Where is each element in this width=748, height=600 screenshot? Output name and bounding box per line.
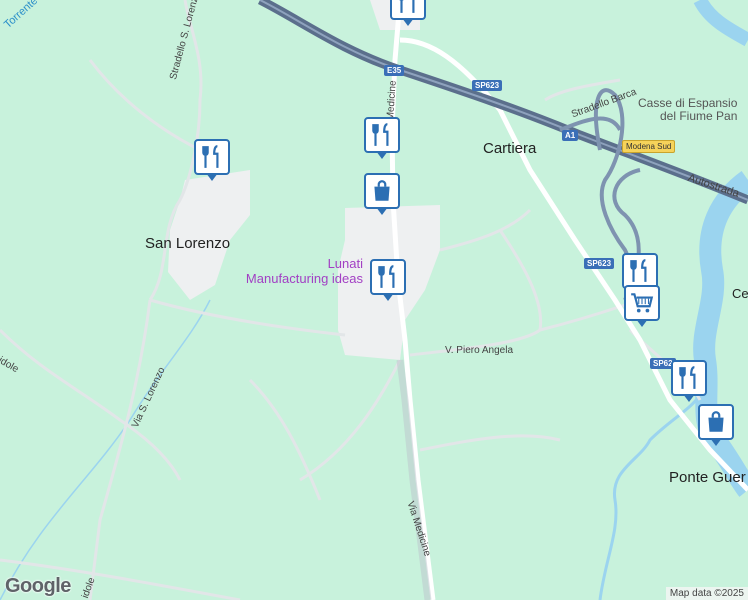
shield-e35: E35 bbox=[384, 65, 405, 76]
shopping-marker-ponte[interactable] bbox=[698, 404, 734, 446]
v-piero-angela-label: V. Piero Angela bbox=[445, 345, 514, 356]
grocery-marker-sp623[interactable] bbox=[624, 285, 660, 327]
place-ce: Ce bbox=[732, 286, 748, 301]
restaurant-icon bbox=[372, 123, 389, 146]
restaurant-marker-top[interactable] bbox=[390, 0, 426, 26]
restaurant-icon bbox=[399, 0, 415, 13]
shopping-marker-medicine[interactable] bbox=[364, 173, 400, 215]
poi-lunati-name: Lunati bbox=[327, 256, 363, 271]
casse-espansione-label-2: del Fiume Pan bbox=[660, 109, 738, 123]
restaurant-icon bbox=[630, 259, 647, 282]
shield-modena-sud: Modena Sud bbox=[622, 140, 676, 153]
place-ponte-guerro: Ponte Guer bbox=[669, 469, 746, 486]
restaurant-icon bbox=[378, 265, 395, 288]
map-attribution[interactable]: Map data ©2025 bbox=[665, 587, 748, 600]
restaurant-marker-sp623[interactable] bbox=[622, 253, 658, 295]
place-san-lorenzo: San Lorenzo bbox=[145, 235, 231, 252]
poi-lunati-subtitle: Manufacturing ideas bbox=[245, 271, 363, 286]
shield-sp623-1: SP623 bbox=[472, 80, 503, 91]
restaurant-marker-san-lorenzo[interactable] bbox=[194, 139, 230, 181]
restaurant-marker-ponte[interactable] bbox=[671, 360, 707, 402]
shopping-bag-icon bbox=[374, 180, 390, 201]
shield-a1: A1 bbox=[562, 130, 579, 141]
restaurant-icon bbox=[202, 145, 219, 168]
restaurant-marker-medicine[interactable] bbox=[364, 117, 400, 159]
google-logo: Google bbox=[5, 575, 71, 597]
restaurant-marker-lunati[interactable] bbox=[370, 259, 406, 301]
shopping-cart-icon bbox=[631, 293, 654, 313]
shopping-bag-icon bbox=[708, 411, 724, 432]
poi-lunati-label[interactable]: Lunati Manufacturing ideas bbox=[235, 256, 363, 286]
place-cartiera: Cartiera bbox=[483, 140, 537, 157]
restaurant-icon bbox=[679, 366, 696, 389]
shield-sp623-2: SP623 bbox=[584, 258, 615, 269]
